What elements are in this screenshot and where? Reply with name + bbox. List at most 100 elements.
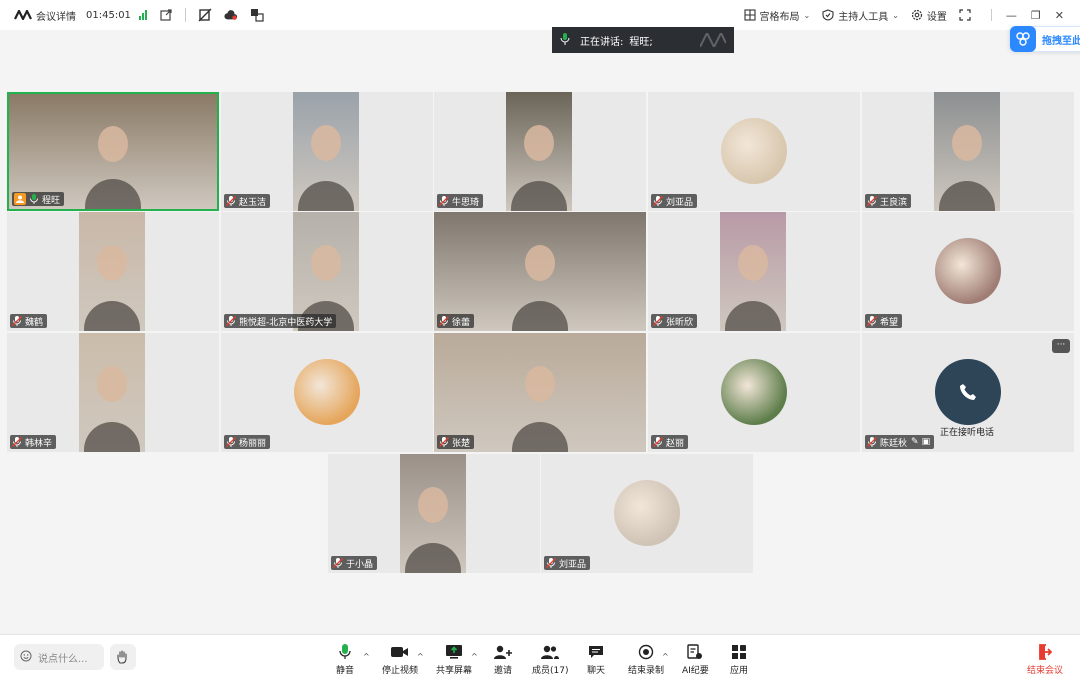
participant-tile[interactable]: 张楚 — [434, 333, 646, 452]
host-tools-button[interactable]: 主持人工具 ⌄ — [822, 8, 899, 23]
participant-nametag: 熊悦超-北京中医药大学 — [224, 314, 337, 328]
participant-tile[interactable]: 熊悦超-北京中医药大学 — [221, 212, 433, 331]
meeting-details-link[interactable]: 会议详情 — [36, 8, 76, 23]
participant-tile[interactable]: 赵丽 — [648, 333, 860, 452]
members-button[interactable]: 成员(17) — [532, 643, 568, 676]
participant-body — [84, 422, 140, 452]
mic-muted-icon — [12, 437, 22, 447]
grid-icon — [743, 9, 756, 21]
popout-icon[interactable] — [159, 8, 173, 22]
avatar — [721, 359, 787, 425]
participant-nametag: 王良滨 — [865, 194, 912, 208]
participant-body — [511, 181, 567, 211]
end-recording-label: 结束录制 — [628, 666, 665, 676]
grid-layout-button[interactable]: 宫格布局 ⌄ — [743, 8, 810, 23]
end-meeting-button[interactable]: 结束会议 — [1027, 643, 1063, 676]
participant-body — [298, 181, 354, 211]
stop-video-label: 停止视频 — [382, 666, 419, 676]
participant-name: 赵玉洁 — [239, 197, 267, 208]
participant-face — [97, 366, 127, 403]
chat-button[interactable]: 聊天 — [587, 643, 605, 676]
share-screen-button[interactable]: 共享屏幕 — [436, 643, 472, 676]
participant-tile[interactable]: 韩林辛 — [7, 333, 219, 452]
drag-icon — [1010, 26, 1036, 52]
avatar — [935, 238, 1001, 304]
shield-icon — [822, 9, 834, 21]
more-options-icon[interactable]: ··· — [1052, 339, 1070, 353]
fullscreen-button[interactable] — [959, 9, 971, 21]
participant-name: 程旺 — [42, 195, 61, 206]
translate-icon[interactable] — [250, 8, 264, 22]
participant-tile[interactable]: 王良滨 — [862, 92, 1074, 211]
raise-hand-icon — [117, 650, 127, 664]
participant-tile[interactable]: 刘亚品 — [541, 454, 753, 573]
participant-face — [524, 125, 554, 162]
raise-hand-button[interactable] — [110, 644, 136, 670]
chat-label: 聊天 — [587, 666, 606, 676]
participant-name: 韩林辛 — [25, 438, 53, 449]
participant-tile[interactable]: 刘亚品 — [648, 92, 860, 211]
participant-nametag: 陈廷秋 ✎ ▣ — [865, 435, 935, 449]
participant-tile[interactable]: 徐蕾 — [434, 212, 646, 331]
participant-tile[interactable]: 杨丽丽 — [221, 333, 433, 452]
settings-button[interactable]: 设置 — [911, 8, 947, 23]
participant-nametag: 徐蕾 — [437, 314, 475, 328]
participant-tile[interactable]: 于小晶 — [328, 454, 540, 573]
emoji-icon[interactable] — [20, 650, 32, 665]
speaking-prefix: 正在讲话: — [580, 36, 624, 48]
participant-tile[interactable]: 希望 — [862, 212, 1074, 331]
participant-tile[interactable]: 程旺 — [7, 92, 219, 211]
mic-muted-icon — [653, 196, 663, 206]
participant-tile[interactable]: ··· 正在接听电话 陈廷秋 ✎ ▣ — [862, 333, 1074, 452]
gear-icon — [911, 9, 923, 21]
bottom-toolbar: 说点什么... 静音 ^ 停止视频 ^ 共享屏幕 ^ 邀请 成员(17) 聊天 … — [0, 634, 1080, 685]
mic-muted-icon — [867, 196, 877, 206]
exit-icon — [1038, 643, 1052, 661]
chat-input[interactable]: 说点什么... — [14, 644, 104, 670]
close-icon[interactable]: ✕ — [1055, 9, 1064, 22]
participant-tile[interactable]: 魏鹤 — [7, 212, 219, 331]
participant-name: 陈廷秋 — [880, 438, 908, 449]
participant-face — [952, 125, 982, 162]
participant-body — [85, 179, 141, 209]
participant-name: 张楚 — [452, 438, 471, 449]
signal-strength-icon[interactable] — [138, 10, 147, 20]
participant-name: 王良滨 — [880, 197, 908, 208]
tencent-meeting-logo-icon — [14, 10, 32, 20]
participant-tile[interactable]: 张昕欣 — [648, 212, 860, 331]
meeting-timer: 01:45:01 — [86, 9, 131, 21]
mic-muted-icon — [653, 437, 663, 447]
share-screen-label: 共享屏幕 — [436, 666, 473, 676]
drag-here-label: 拖拽至此 — [1042, 35, 1080, 47]
participant-name: 刘亚品 — [559, 559, 587, 570]
no-recording-icon[interactable] — [198, 8, 212, 22]
phone-status-label: 正在接听电话 — [940, 428, 995, 438]
participant-video — [506, 92, 572, 211]
participant-name: 熊悦超-北京中医药大学 — [239, 317, 333, 328]
apps-button[interactable]: 应用 — [730, 643, 748, 676]
drag-here-pill[interactable]: 拖拽至此 — [1009, 26, 1080, 52]
microphone-icon — [339, 643, 351, 661]
participant-nametag: 张昕欣 — [651, 314, 698, 328]
ai-notes-button[interactable]: AI纪要 — [682, 643, 709, 676]
participant-nametag: 程旺 — [12, 192, 65, 206]
stop-video-button[interactable]: 停止视频 — [382, 643, 418, 676]
participant-face — [97, 245, 127, 282]
video-options-chevron-up-icon[interactable]: ^ — [417, 643, 424, 661]
restore-icon[interactable]: ❐ — [1031, 9, 1041, 22]
minimize-icon[interactable]: — — [1006, 9, 1017, 22]
share-options-chevron-up-icon[interactable]: ^ — [471, 643, 478, 661]
recording-options-chevron-up-icon[interactable]: ^ — [662, 643, 669, 661]
end-recording-button[interactable]: 结束录制 — [628, 643, 664, 676]
mute-options-chevron-up-icon[interactable]: ^ — [363, 643, 370, 661]
participant-video — [934, 92, 1000, 211]
participant-tile[interactable]: 牛思琦 — [434, 92, 646, 211]
participant-tile[interactable]: 赵玉洁 — [221, 92, 433, 211]
invite-button[interactable]: 邀请 — [494, 643, 512, 676]
mic-muted-icon — [226, 437, 236, 447]
ai-notes-label: AI纪要 — [682, 666, 709, 676]
participant-face — [738, 245, 768, 282]
cloud-recording-icon[interactable] — [224, 8, 238, 22]
mute-button[interactable]: 静音 — [336, 643, 354, 676]
avatar — [721, 118, 787, 184]
